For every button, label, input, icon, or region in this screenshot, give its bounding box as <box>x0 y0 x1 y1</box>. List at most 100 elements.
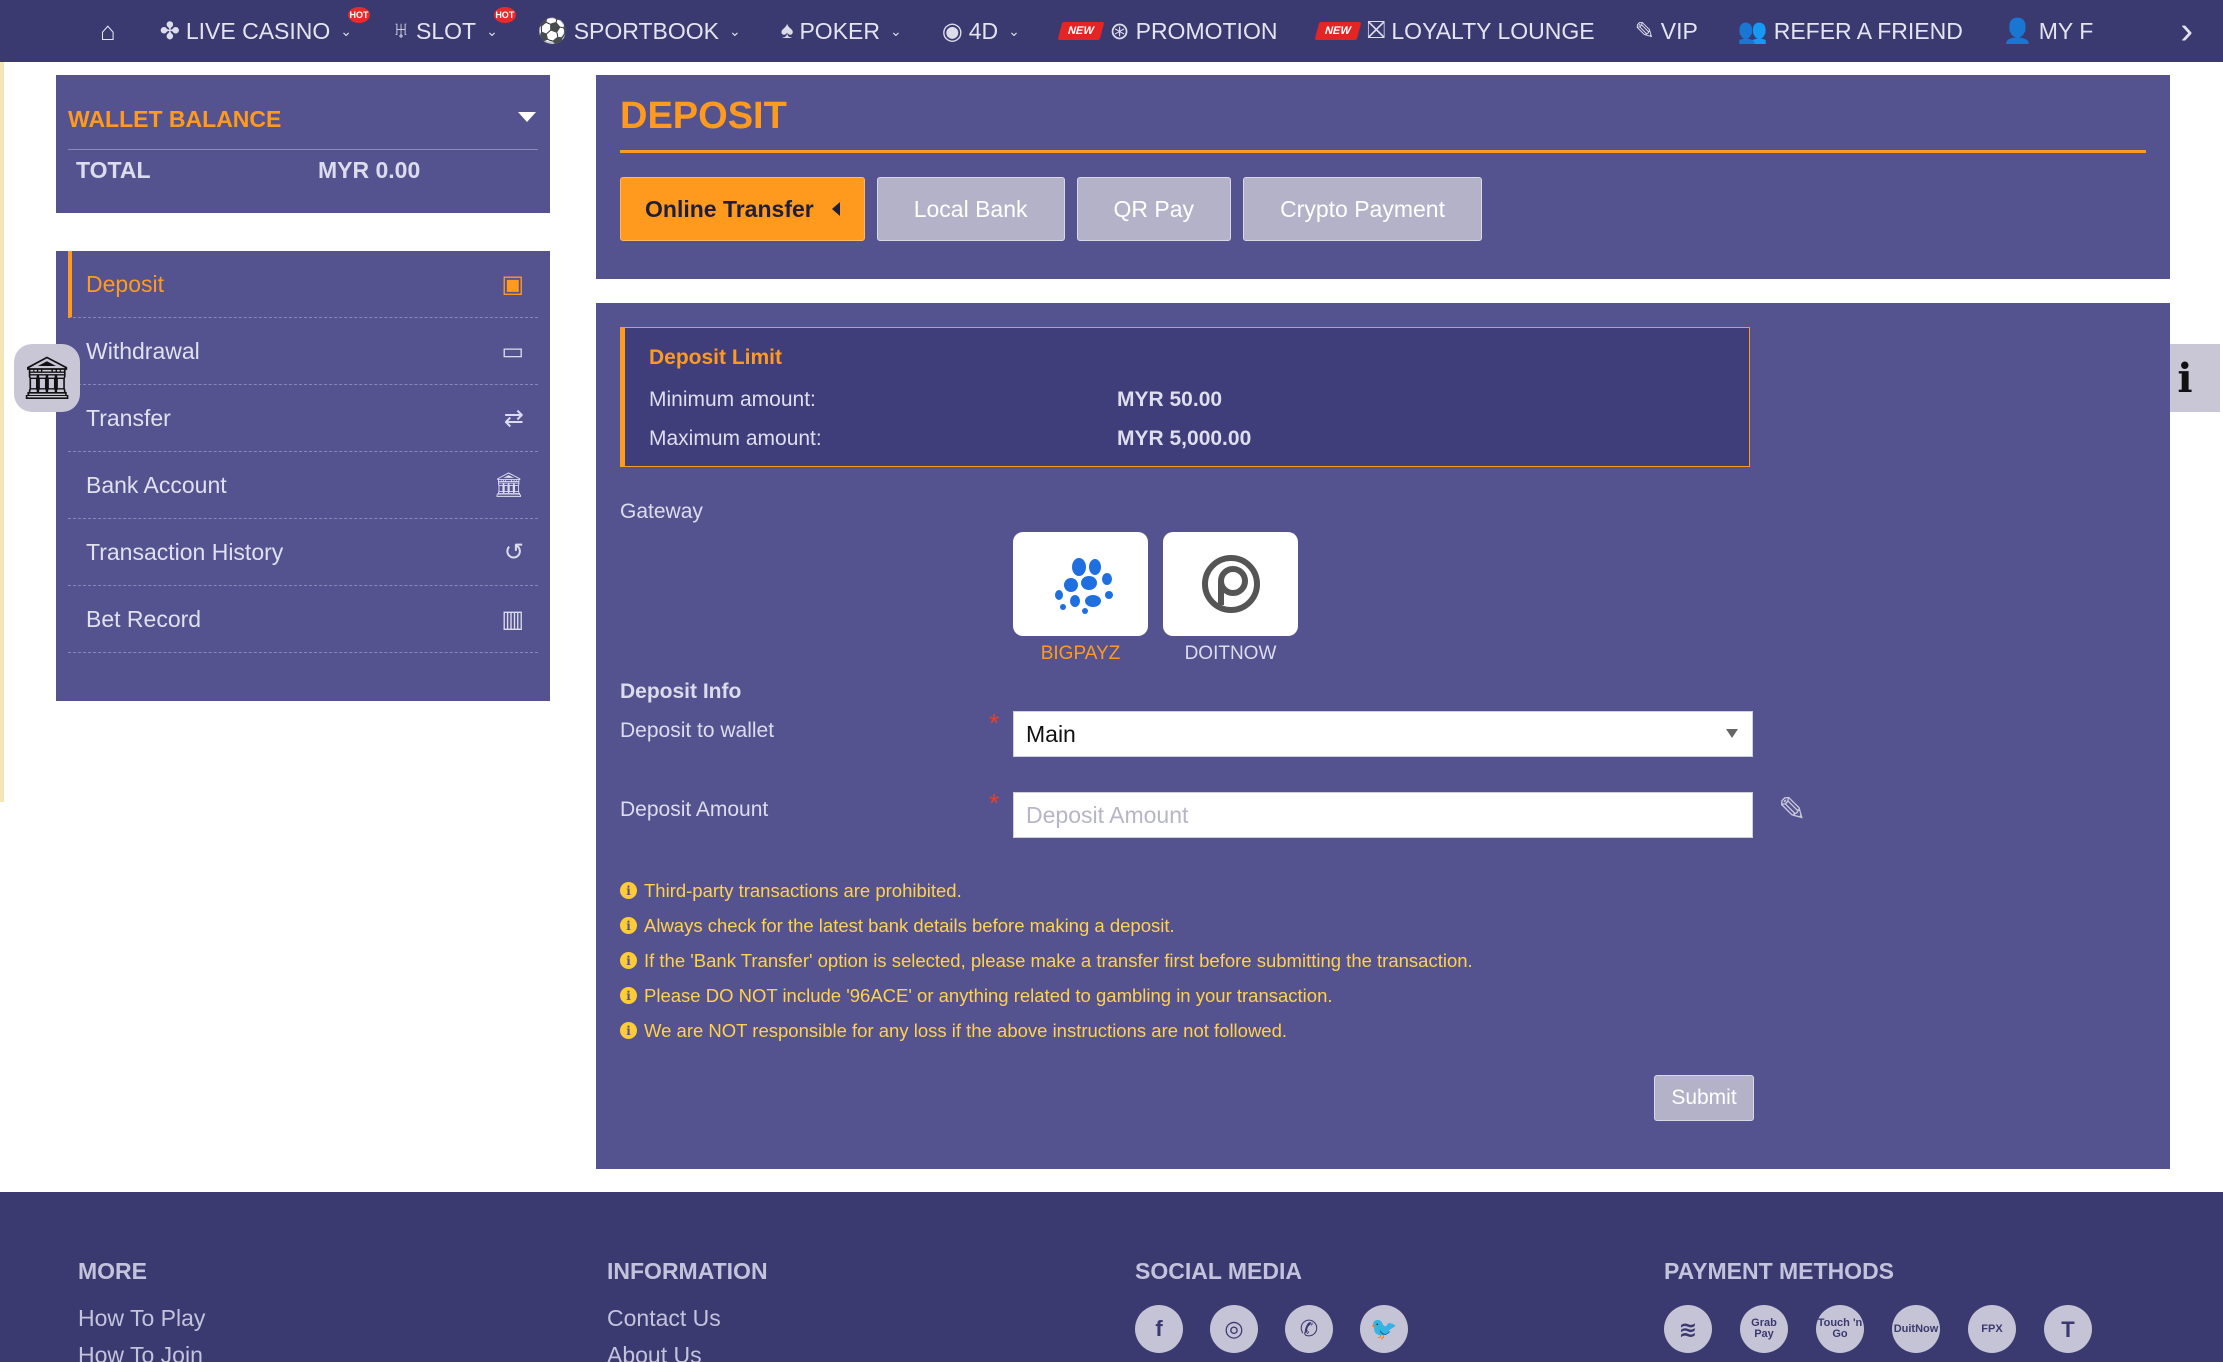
doitnow-logo-icon <box>1201 555 1260 613</box>
tab-local-bank[interactable]: Local Bank <box>876 177 1065 241</box>
whatsapp-icon[interactable]: ✆ <box>1285 1305 1333 1353</box>
deposit-wallet-value: Main <box>1026 720 1076 747</box>
tab-qr-pay[interactable]: QR Pay <box>1076 177 1232 241</box>
facebook-icon[interactable]: f <box>1135 1305 1183 1353</box>
sidebar-item-transaction-history[interactable]: Transaction History ↺ <box>68 519 538 586</box>
tab-crypto-payment[interactable]: Crypto Payment <box>1243 177 1482 241</box>
footer-information-title: INFORMATION <box>607 1258 768 1284</box>
fpx-icon: FPX <box>1968 1305 2016 1353</box>
sidebar-item-deposit[interactable]: Deposit ▣ <box>68 251 538 318</box>
sidebar-item-label: Transaction History <box>86 538 284 565</box>
note-item: i Always check for the latest bank detail… <box>620 908 1473 943</box>
sidebar-item-transfer[interactable]: Transfer ⇄ <box>68 385 538 452</box>
nav-item-label: SLOT <box>416 17 477 44</box>
tab-online-transfer[interactable]: Online Transfer <box>620 177 865 241</box>
bank-float-icon[interactable]: 🏛 <box>14 344 80 412</box>
note-text: Third-party transactions are prohibited. <box>644 879 962 901</box>
note-item: i Third-party transactions are prohibited… <box>620 873 1473 908</box>
chevron-down-icon: ⌄ <box>1008 22 1020 39</box>
nav-item-poker[interactable]: ♠ POKER ⌄ <box>781 11 902 51</box>
sidebar-item-bank-account[interactable]: Bank Account 🏛 <box>68 452 538 519</box>
chevron-right-icon[interactable]: › <box>2180 10 2193 53</box>
deposit-notes: i Third-party transactions are prohibited… <box>620 873 1473 1048</box>
note-item: i We are NOT responsible for any loss if … <box>620 1013 1473 1048</box>
tether-icon: T <box>2044 1305 2092 1353</box>
nav-item-promotion[interactable]: NEW ⊛ PROMOTION <box>1057 11 1278 51</box>
wallet-header[interactable]: WALLET BALANCE <box>68 75 538 150</box>
account-side-menu: Deposit ▣ Withdrawal ▭ Transfer ⇄ Bank Account… <box>56 251 550 701</box>
nav-item-loyalty-lounge[interactable]: NEW ⛝ LOYALTY LOUNGE <box>1315 11 1595 51</box>
footer-social-title: SOCIAL MEDIA <box>1135 1258 1302 1284</box>
sidebar-item-label: Bank Account <box>86 471 227 498</box>
nav-item-4d[interactable]: ◉ 4D ⌄ <box>942 11 1020 51</box>
payment-icons: ≋ Grab Pay Touch 'n Go DuitNow FPX T <box>1664 1305 2120 1353</box>
duitnow-icon: DuitNow <box>1892 1305 1940 1353</box>
nav-item-label: 4D <box>968 17 999 44</box>
info-icon: i <box>620 917 637 934</box>
minimum-amount-value: MYR 50.00 <box>1117 387 1223 411</box>
caret-down-icon[interactable] <box>518 112 536 122</box>
vip-tag-icon: ✎ <box>1634 17 1655 45</box>
deposit-amount-input[interactable]: Deposit Amount <box>1013 792 1753 838</box>
new-badge: NEW <box>1315 22 1362 40</box>
deposit-limit-title: Deposit Limit <box>649 346 783 369</box>
maximum-amount-label: Maximum amount: <box>649 426 822 450</box>
maximum-amount-row: Maximum amount: MYR 5,000.00 <box>649 419 1725 458</box>
gateway-bigpayz-button[interactable] <box>1013 532 1148 636</box>
bank-transfer-icon: ≋ <box>1664 1305 1712 1353</box>
cash-icon: ▣ <box>501 270 524 298</box>
nav-item-label: PROMOTION <box>1135 17 1278 44</box>
chevron-down-icon: ⌄ <box>890 22 902 39</box>
note-text: Always check for the latest bank details… <box>644 914 1175 936</box>
wallet-title: WALLET BALANCE <box>68 105 282 132</box>
maximum-amount-value: MYR 5,000.00 <box>1117 426 1252 450</box>
promotion-icon: ⊛ <box>1109 17 1130 45</box>
deposit-form-panel: Deposit Limit Minimum amount: MYR 50.00 … <box>596 303 2170 1169</box>
footer-more: MORE How To Play How To Join <box>78 1258 205 1362</box>
footer-link-about-us[interactable]: About Us <box>607 1342 768 1362</box>
wallet-balance-panel: WALLET BALANCE TOTAL MYR 0.00 <box>56 75 550 213</box>
footer-payment-title: PAYMENT METHODS <box>1664 1258 1895 1284</box>
tab-label: Local Bank <box>913 195 1028 222</box>
nav-item-slot[interactable]: ♅ SLOT ⌄ HOT <box>392 7 516 51</box>
home-icon[interactable]: ⌂ <box>100 11 116 51</box>
wallet-total-row: TOTAL MYR 0.00 <box>68 150 538 190</box>
nav-item-my-f[interactable]: 👤 MY F <box>2003 11 2093 51</box>
footer-more-title: MORE <box>78 1258 147 1284</box>
info-icon: i <box>620 952 637 969</box>
credit-card-icon: ▭ <box>501 337 524 365</box>
deposit-amount-label: Deposit Amount <box>620 798 769 821</box>
sidebar-item-label: Withdrawal <box>86 337 200 364</box>
footer-link-contact-us[interactable]: Contact Us <box>607 1305 768 1332</box>
caret-left-icon <box>831 202 840 216</box>
gateway-doitnow-button[interactable] <box>1163 532 1298 636</box>
wallet-total-label: TOTAL <box>76 156 151 183</box>
footer-social-media: SOCIAL MEDIA f ◎ ✆ 🐦 <box>1135 1258 1435 1353</box>
tab-label: QR Pay <box>1113 195 1195 222</box>
footer-information: INFORMATION Contact Us About Us <box>607 1258 768 1362</box>
sidebar-item-label: Bet Record <box>86 605 202 632</box>
twitter-icon[interactable]: 🐦 <box>1360 1305 1408 1353</box>
sidebar-item-withdrawal[interactable]: Withdrawal ▭ <box>68 318 538 385</box>
nav-item-label: LOYALTY LOUNGE <box>1391 17 1595 44</box>
info-icon: i <box>620 882 637 899</box>
transfer-arrows-icon: ⇄ <box>503 404 524 432</box>
nav-item-vip[interactable]: ✎ VIP <box>1635 11 1698 51</box>
footer-link-how-to-join[interactable]: How To Join <box>78 1342 205 1362</box>
tab-label: Online Transfer <box>645 195 814 222</box>
nav-item-sportbook[interactable]: ⚽ SPORTBOOK ⌄ <box>538 11 741 51</box>
deposit-wallet-select[interactable]: Main <box>1013 711 1753 757</box>
minimum-amount-label: Minimum amount: <box>649 387 816 411</box>
sidebar-item-bet-record[interactable]: Bet Record ▥ <box>68 586 538 653</box>
nav-item-refer-a-friend[interactable]: 👥 REFER A FRIEND <box>1738 11 1963 51</box>
users-icon: 👥 <box>1737 17 1768 45</box>
deposit-to-wallet-label: Deposit to wallet <box>620 719 775 742</box>
instagram-icon[interactable]: ◎ <box>1210 1305 1258 1353</box>
gateway-bigpayz-label: BIGPAYZ <box>1040 643 1121 664</box>
pencil-icon[interactable]: ✎ <box>1778 790 1807 830</box>
slot-icon: ♅ <box>392 17 410 44</box>
submit-button[interactable]: Submit <box>1654 1075 1754 1121</box>
nav-item-live-casino[interactable]: ✤ LIVE CASINO ⌄ HOT <box>160 7 370 51</box>
grabpay-icon: Grab Pay <box>1740 1305 1788 1353</box>
footer-link-how-to-play[interactable]: How To Play <box>78 1305 205 1332</box>
